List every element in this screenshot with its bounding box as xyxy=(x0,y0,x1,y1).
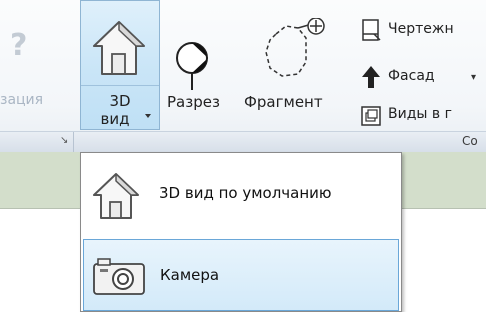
dropdown-item-default-3d[interactable]: 3D вид по умолчанию xyxy=(83,157,399,229)
section-label: Разрез xyxy=(167,93,220,111)
callout-label: Фрагмент xyxy=(244,93,323,111)
elevation-chevron-down-icon[interactable]: ▾ xyxy=(471,72,476,83)
dropdown-item-label: Камера xyxy=(160,266,220,284)
elevation-arrow-icon xyxy=(362,66,380,88)
house-icon xyxy=(93,21,145,75)
view3d-dropdown-menu: 3D вид по умолчанию Камера xyxy=(80,152,402,312)
panel-title-bar: ↘ Со xyxy=(0,131,486,153)
view3d-dropdown-caret-icon[interactable] xyxy=(145,114,151,118)
panel-separator xyxy=(73,132,74,152)
partial-tool-label: зация xyxy=(0,92,44,108)
view3d-label-line1: 3D xyxy=(109,92,131,110)
dropdown-item-camera[interactable]: Камера xyxy=(83,239,399,311)
drafting-view-icon xyxy=(362,19,381,41)
dialog-launcher-icon[interactable]: ↘ xyxy=(60,135,68,146)
panel-title-right: Со xyxy=(462,134,478,148)
view3d-split-divider xyxy=(81,85,159,86)
house-icon xyxy=(93,173,139,219)
dropdown-item-label: 3D вид по умолчанию xyxy=(159,184,332,202)
duplicate-view-item[interactable]: Виды в г xyxy=(388,106,452,122)
view3d-label-line2: вид xyxy=(100,110,130,128)
callout-icon[interactable] xyxy=(258,18,330,88)
partial-tool-icon: ? xyxy=(10,28,28,63)
section-icon[interactable] xyxy=(172,22,216,92)
elevation-item[interactable]: Фасад xyxy=(388,68,435,84)
camera-icon xyxy=(93,258,145,295)
drafting-view-item[interactable]: Чертежн xyxy=(388,21,454,37)
duplicate-view-icon xyxy=(361,106,381,126)
